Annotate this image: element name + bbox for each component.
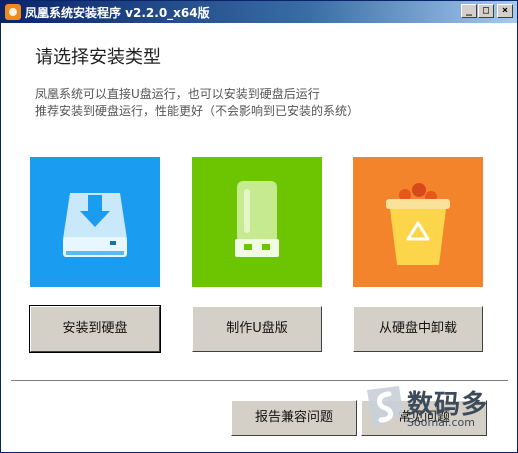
make-usb-button[interactable]: 制作U盘版 xyxy=(192,306,322,352)
title-bar[interactable]: 凤凰系统安装程序 v2.2.0_x64版 _ □ × xyxy=(1,1,517,23)
usb-drive-icon xyxy=(235,181,279,257)
window-title: 凤凰系统安装程序 v2.2.0_x64版 xyxy=(25,6,210,20)
installer-window: 凤凰系统安装程序 v2.2.0_x64版 _ □ × 请选择安装类型 凤凰系统可… xyxy=(0,0,518,453)
minimize-button[interactable]: _ xyxy=(461,4,477,18)
divider xyxy=(11,380,508,382)
watermark: 数码多 Soomal.com xyxy=(359,384,509,434)
description-line-2: 推荐安装到硬盘运行，性能更好（不会影响到已安装的系统） xyxy=(35,104,360,118)
app-logo-icon xyxy=(5,4,21,20)
soomal-logo-icon xyxy=(367,386,403,428)
hard-drive-download-icon xyxy=(63,193,127,257)
install-to-disk-tile[interactable] xyxy=(30,157,160,287)
watermark-url: Soomal.com xyxy=(407,416,475,429)
install-to-disk-button[interactable]: 安装到硬盘 xyxy=(29,305,161,353)
uninstall-tile[interactable] xyxy=(353,157,483,287)
make-usb-tile[interactable] xyxy=(192,157,322,287)
description-line-1: 凤凰系统可以直接U盘运行，也可以安装到硬盘后运行 xyxy=(35,87,320,101)
maximize-button[interactable]: □ xyxy=(478,4,494,18)
uninstall-button[interactable]: 从硬盘中卸载 xyxy=(353,306,483,352)
recycle-bin-icon xyxy=(386,183,450,265)
report-compatibility-button[interactable]: 报告兼容问题 xyxy=(231,400,357,436)
page-title: 请选择安装类型 xyxy=(35,47,161,68)
close-button[interactable]: × xyxy=(497,4,513,18)
